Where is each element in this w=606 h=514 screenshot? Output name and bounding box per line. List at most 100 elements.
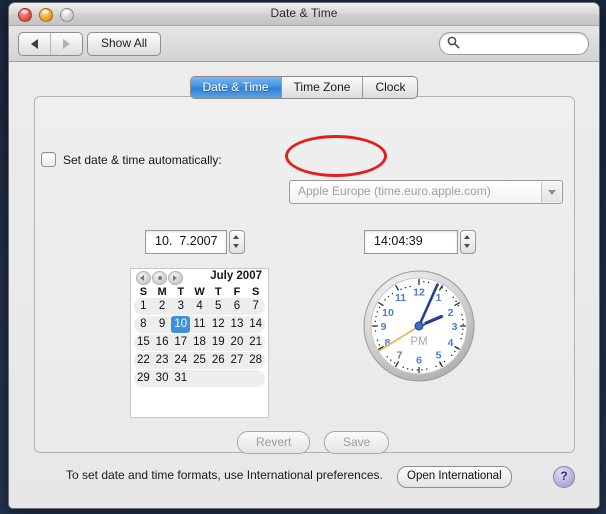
calendar-day[interactable]: 27 (228, 352, 247, 369)
search-field[interactable] (439, 32, 589, 56)
svg-text:3: 3 (452, 321, 458, 333)
time-stepper[interactable] (460, 230, 476, 254)
calendar-day[interactable]: 16 (153, 334, 172, 351)
window-title: Date & Time (270, 6, 338, 20)
calendar-day[interactable]: 26 (209, 352, 228, 369)
calendar-day-empty (246, 370, 265, 387)
calendar-day[interactable]: 23 (153, 352, 172, 369)
calendar-day-empty (209, 370, 228, 387)
date-input[interactable]: 10. 7.2007 (145, 230, 227, 254)
calendar-week-row: 8 9 10 11 12 13 14 (134, 316, 265, 333)
tab-time-zone[interactable]: Time Zone (280, 77, 363, 98)
calendar-day[interactable]: 31 (171, 370, 190, 387)
calendar-day[interactable]: 9 (153, 316, 172, 333)
set-automatically-label: Set date & time automatically: (63, 152, 222, 167)
svg-text:4: 4 (448, 337, 454, 349)
back-button[interactable] (19, 33, 50, 55)
svg-text:12: 12 (413, 287, 425, 299)
calendar-day-empty (228, 370, 247, 387)
calendar-day[interactable]: 17 (171, 334, 190, 351)
calendar-day[interactable]: 30 (153, 370, 172, 387)
calendar-day[interactable]: 11 (190, 316, 209, 333)
calendar-widget[interactable]: July 2007 S M T W T F S 1 2 3 4 5 6 7 8 … (130, 268, 269, 418)
calendar-today-button[interactable] (152, 271, 167, 285)
preference-pane: Date & Time Time Zone Clock Set date & t… (9, 62, 599, 508)
calendar-week-row: 1 2 3 4 5 6 7 (134, 298, 265, 315)
calendar-day[interactable]: 22 (134, 352, 153, 369)
calendar-day[interactable]: 6 (228, 298, 247, 315)
calendar-prev-button[interactable] (136, 271, 151, 285)
nav-button-group (18, 32, 83, 56)
format-hint-text: To set date and time formats, use Intern… (66, 468, 383, 482)
weekday-2: T (177, 286, 185, 298)
svg-text:1: 1 (436, 292, 442, 304)
back-arrow-icon (31, 39, 38, 49)
date-stepper[interactable] (229, 230, 245, 254)
time-server-popup[interactable]: Apple Europe (time.euro.apple.com) (289, 180, 563, 204)
calendar-day[interactable]: 21 (246, 334, 265, 351)
tab-bar: Date & Time Time Zone Clock (9, 76, 599, 99)
date-time-preference-window: Date & Time Show All Date & Time Time Zo… (8, 2, 600, 509)
calendar-day[interactable]: 12 (209, 316, 228, 333)
svg-text:2: 2 (448, 307, 454, 319)
calendar-day[interactable]: 5 (209, 298, 228, 315)
calendar-next-button[interactable] (168, 271, 183, 285)
calendar-day-empty (190, 370, 209, 387)
calendar-day[interactable]: 2 (153, 298, 172, 315)
search-icon (447, 36, 460, 49)
calendar-day[interactable]: 4 (190, 298, 209, 315)
calendar-week-row: 22 23 24 25 26 27 28 (134, 352, 265, 369)
svg-text:7: 7 (397, 350, 403, 362)
calendar-day[interactable]: 24 (171, 352, 190, 369)
calendar-weekday-header: S M T W T F S (131, 285, 268, 298)
save-button[interactable]: Save (324, 431, 390, 454)
calendar-month-title: July 2007 (210, 270, 262, 282)
calendar-day[interactable]: 28 (246, 352, 265, 369)
calendar-day[interactable]: 19 (209, 334, 228, 351)
calendar-day[interactable]: 8 (134, 316, 153, 333)
forward-button[interactable] (50, 33, 82, 55)
forward-arrow-icon (63, 39, 70, 49)
time-input[interactable]: 14:04:39 (364, 230, 458, 254)
calendar-header: July 2007 (131, 269, 268, 285)
calendar-week-row: 29 30 31 (134, 370, 265, 387)
svg-text:10: 10 (382, 307, 394, 319)
window-titlebar[interactable]: Date & Time (9, 3, 599, 26)
calendar-day[interactable]: 15 (134, 334, 153, 351)
time-server-value: Apple Europe (time.euro.apple.com) (298, 184, 491, 198)
tab-clock[interactable]: Clock (362, 77, 417, 98)
weekday-0: S (139, 286, 148, 298)
svg-text:6: 6 (416, 355, 422, 367)
help-button[interactable]: ? (553, 466, 575, 488)
toolbar: Show All (9, 26, 599, 62)
screen: Date & Time Show All Date & Time Time Zo… (0, 0, 606, 514)
calendar-day[interactable]: 7 (246, 298, 265, 315)
calendar-nav-group (136, 271, 183, 285)
weekday-6: S (252, 286, 260, 298)
search-input[interactable] (463, 33, 580, 56)
calendar-week-row: 15 16 17 18 19 20 21 (134, 334, 265, 351)
calendar-day-selected[interactable]: 10 (171, 316, 191, 333)
calendar-day[interactable]: 1 (134, 298, 153, 315)
svg-text:11: 11 (395, 292, 406, 304)
calendar-day[interactable]: 3 (171, 298, 190, 315)
calendar-day[interactable]: 20 (228, 334, 247, 351)
calendar-day[interactable]: 14 (246, 316, 265, 333)
chevron-left-icon (140, 275, 144, 281)
calendar-day[interactable]: 13 (228, 316, 247, 333)
tab-group: Date & Time Time Zone Clock (189, 76, 419, 99)
revert-button[interactable]: Revert (237, 431, 311, 454)
open-international-button[interactable]: Open International (397, 466, 512, 488)
time-value: 14:04:39 (374, 234, 423, 248)
calendar-grid: 1 2 3 4 5 6 7 8 9 10 11 12 13 14 15 16 1… (131, 298, 268, 387)
calendar-day[interactable]: 25 (190, 352, 209, 369)
calendar-day[interactable]: 29 (134, 370, 153, 387)
chevron-down-icon (541, 182, 561, 202)
weekday-3: W (194, 286, 205, 298)
date-value: 10. 7.2007 (155, 234, 218, 248)
calendar-day[interactable]: 18 (190, 334, 209, 351)
svg-text:9: 9 (381, 321, 387, 333)
show-all-button[interactable]: Show All (87, 32, 162, 56)
set-automatically-checkbox[interactable] (41, 152, 56, 167)
tab-date-time[interactable]: Date & Time (190, 77, 281, 98)
